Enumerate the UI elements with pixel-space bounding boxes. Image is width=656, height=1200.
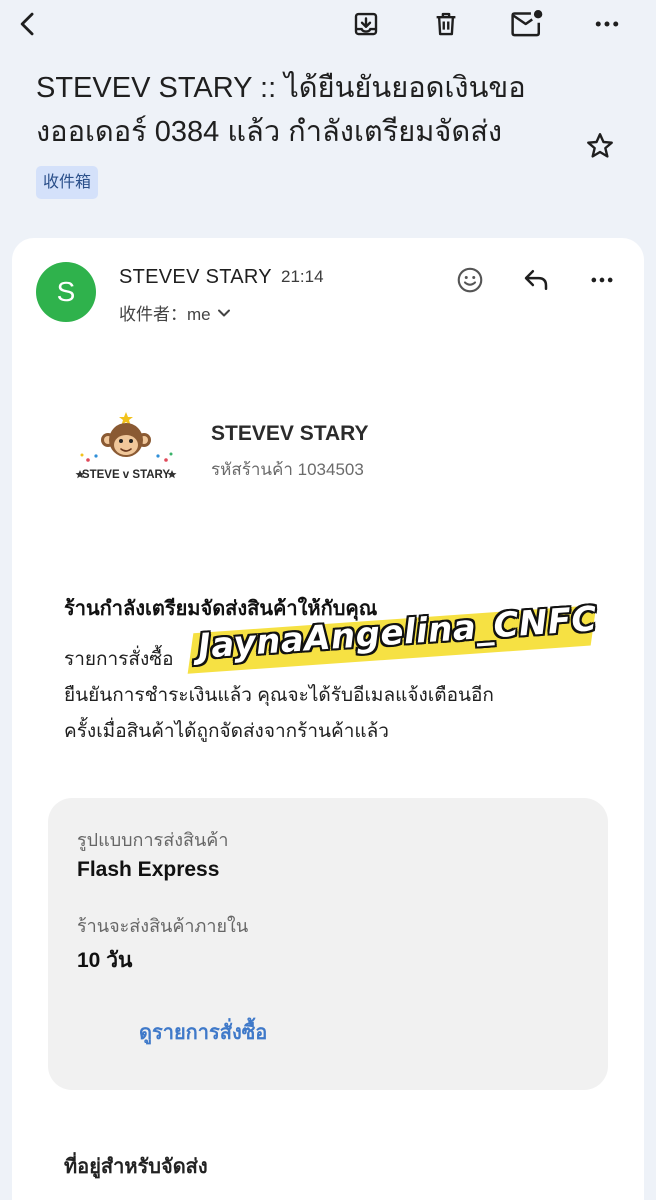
shipping-address-title: ที่อยู่สำหรับจัดส่ง [64,1156,208,1178]
mail-unread-icon [510,9,544,39]
sender-avatar[interactable]: S [36,262,96,322]
shipping-eta-value: 10 วัน [77,949,133,972]
emoji-icon [455,265,485,300]
inbox-label-chip[interactable]: 收件箱 [36,166,99,199]
message-card: S STEVEV STARY 21:14 收件者：me STEVE v STAR… [12,238,644,1200]
recipient-text: 收件者：me [119,305,211,324]
add-reaction-button[interactable] [448,260,492,304]
reply-icon [521,265,551,300]
email-view: STEVEV STARY :: ได้ยืนยันยอดเงินขอ งออเด… [0,0,656,1200]
star-button[interactable] [578,126,622,170]
archive-button[interactable] [344,2,388,46]
subject-line-1: STEVEV STARY :: ได้ยืนยันยอดเงินขอ [36,72,526,104]
view-order-link[interactable]: ดูรายการสั่งซื้อ [139,1016,267,1048]
star-outline-icon [584,130,616,167]
arrow-back-icon [14,10,42,38]
more-vert-icon [592,9,622,39]
store-logo-text: STEVE v STARY [82,469,171,481]
trash-icon [431,9,461,39]
message-body-line-3: ครั้งเมื่อสินค้าได้ถูกจัดส่งจากร้านค้าแล… [64,721,389,742]
more-vert-icon [588,266,616,299]
sent-time: 21:14 [281,267,324,286]
message-body-line-2: ยืนยันการชำระเงินแล้ว คุณจะได้รับอีเมลแจ… [64,685,494,706]
store-code: รหัสร้านค้า 1034503 [211,460,364,479]
more-options-button[interactable] [585,2,629,46]
chevron-down-icon [217,303,231,323]
mark-unread-button[interactable] [505,2,549,46]
store-logo: STEVE v STARY [74,410,178,482]
message-more-button[interactable] [580,260,624,304]
recipient-details-toggle[interactable]: 收件者：me [119,300,231,325]
shipping-method-value: Flash Express [77,858,220,881]
delete-button[interactable] [424,2,468,46]
archive-icon [351,9,381,39]
subject-line-2: งออเดอร์ 0384 แล้ว กำลังเตรียมจัดส่ง [36,116,503,148]
shipping-info-box: รูปแบบการส่งสินค้า Flash Express ร้านจะส… [48,798,608,1090]
shipping-eta-label: ร้านจะส่งสินค้าภายใน [77,916,249,936]
store-name: STEVEV STARY [211,422,369,445]
top-action-bar [0,0,656,50]
back-button[interactable] [6,2,50,46]
sender-name: STEVEV STARY [119,266,272,288]
email-subject: STEVEV STARY :: ได้ยืนยันยอดเงินขอ งออเด… [36,66,566,154]
shipping-method-label: รูปแบบการส่งสินค้า [77,830,229,850]
reply-button[interactable] [514,260,558,304]
